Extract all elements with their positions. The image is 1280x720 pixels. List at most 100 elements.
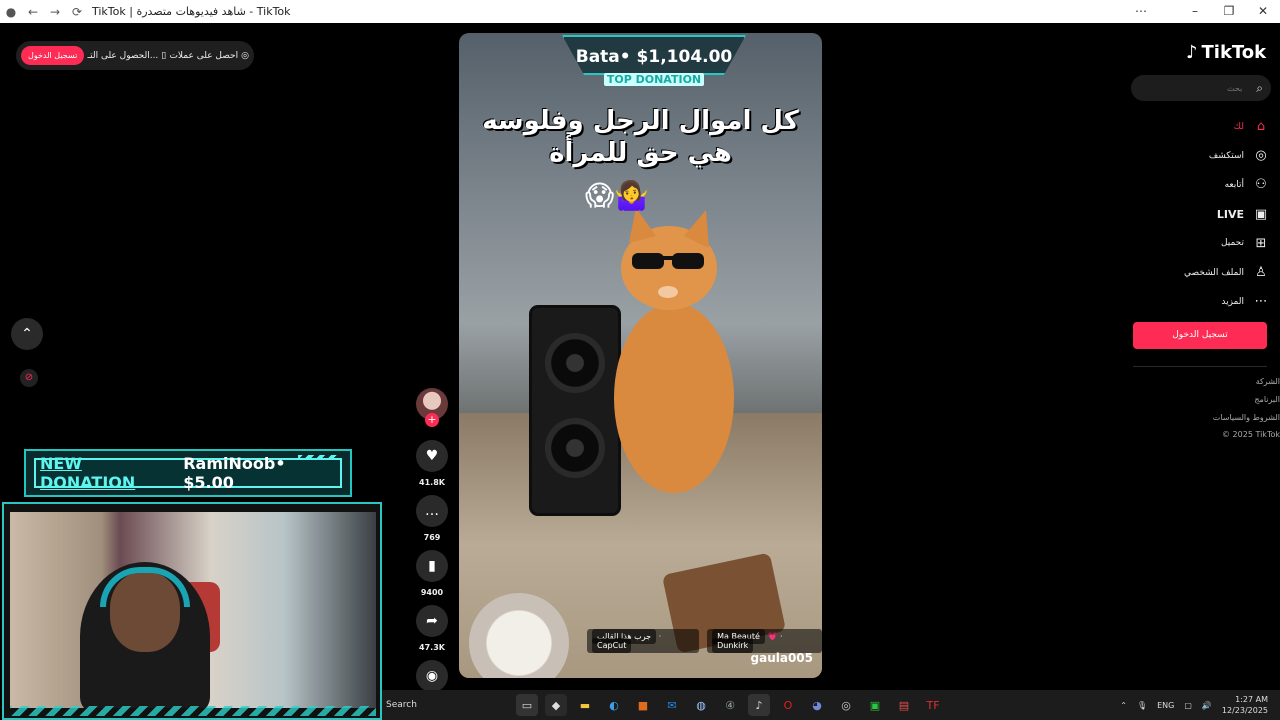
get-coins-label: احصل على عملات bbox=[169, 50, 239, 61]
new-donation-banner: NEW DONATION RamiNoob• $5.00 bbox=[24, 449, 352, 497]
music-tag[interactable]: Ma Beauté 💗 · Dunkirk bbox=[707, 629, 822, 653]
clock-time: 1:27 AM bbox=[1235, 695, 1268, 704]
video-cat bbox=[614, 208, 734, 493]
sidebar-item-profile[interactable]: الملف الشخصي ♙ bbox=[1140, 258, 1268, 287]
restore-icon[interactable]: ❐ bbox=[1212, 0, 1246, 23]
close-icon[interactable]: ✕ bbox=[1246, 0, 1280, 23]
4k-icon[interactable]: ④ bbox=[719, 694, 741, 716]
top-signup-button[interactable]: تسجيل الدخول bbox=[21, 46, 85, 65]
save-button[interactable]: ▮ bbox=[416, 550, 448, 582]
volume-icon[interactable]: 🔊 bbox=[1202, 701, 1212, 710]
scroll-up-button[interactable]: ⌃ bbox=[11, 318, 43, 350]
top-action-bar: تسجيل الدخول الحصول على التـ... ▯ احصل ع… bbox=[16, 41, 254, 70]
window-title: TikTok | شاهد فيديوهات متصدرة - TikTok bbox=[92, 5, 291, 18]
top-donation-amount: Bata• $1,104.00 bbox=[575, 47, 733, 67]
heart-icon: ♥ bbox=[425, 448, 439, 464]
get-coins-button[interactable]: احصل على عملات ◎ bbox=[169, 51, 249, 61]
outlook-icon[interactable]: ✉ bbox=[661, 694, 683, 716]
caption-line-1: كل اموال الرجل وفلوسه bbox=[482, 106, 799, 136]
comment-button[interactable]: … bbox=[416, 495, 448, 527]
webcam-overlay bbox=[2, 502, 382, 720]
get-app-label: الحصول على التـ... bbox=[87, 50, 159, 61]
edge-icon[interactable]: ◐ bbox=[603, 694, 625, 716]
video-actions: + ♥ 41.8K … 769 ▮ 9400 ➦ 47.3K ◉ bbox=[416, 388, 448, 692]
footer-program-link[interactable]: البرنامج bbox=[1140, 395, 1280, 404]
back-icon[interactable]: ← bbox=[22, 5, 44, 19]
task-view-icon[interactable]: ▭ bbox=[516, 694, 538, 716]
sidebar-signup-button[interactable]: تسجيل الدخول bbox=[1133, 322, 1267, 349]
lang-indicator[interactable]: ENG bbox=[1157, 701, 1174, 710]
share-icon: ➦ bbox=[426, 613, 438, 629]
app-green-icon[interactable]: ▣ bbox=[864, 694, 886, 716]
webcam-stripes bbox=[10, 706, 376, 716]
search-placeholder: بحث bbox=[1227, 83, 1243, 93]
sidebar-item-more[interactable]: المزيد ⋯ bbox=[1140, 287, 1268, 316]
search-input[interactable]: بحث ⌕ bbox=[1131, 75, 1271, 101]
sidebar-item-upload[interactable]: تحميل ⊞ bbox=[1140, 229, 1268, 258]
save-count: 9400 bbox=[420, 588, 444, 597]
tiktok-taskbar-icon[interactable]: ♪ bbox=[748, 694, 770, 716]
sidebar-item-explore[interactable]: استكشف ◎ bbox=[1140, 141, 1268, 170]
taskbar-clock[interactable]: 1:27 AM 12/23/2025 bbox=[1222, 694, 1268, 716]
tiktok-logo[interactable]: ♪ TikTok bbox=[1186, 42, 1266, 63]
capcut-template-link[interactable]: جرب هذا القالب · CapCut bbox=[587, 629, 700, 653]
webcam-scene bbox=[10, 512, 376, 708]
mic-icon[interactable]: 🎙 bbox=[1137, 701, 1147, 710]
obs-icon[interactable]: ◎ bbox=[835, 694, 857, 716]
search-icon[interactable]: ⌕ bbox=[1256, 81, 1263, 96]
tray-chevron-icon[interactable]: ⌃ bbox=[1120, 701, 1127, 710]
tf-icon[interactable]: TF bbox=[922, 694, 944, 716]
sidebar-item-following[interactable]: أتابعه ⚇ bbox=[1140, 170, 1268, 199]
discord-icon[interactable]: ◕ bbox=[806, 694, 828, 716]
sidebar-item-label: استكشف bbox=[1208, 150, 1244, 161]
sidebar-item-for-you[interactable]: لك ⌂ bbox=[1140, 112, 1268, 141]
sidebar-nav: لك ⌂ استكشف ◎ أتابعه ⚇ LIVE ▣ تحميل ⊞ ال… bbox=[1140, 112, 1268, 316]
follow-plus-icon[interactable]: + bbox=[425, 413, 439, 427]
steam-icon[interactable]: ◍ bbox=[690, 694, 712, 716]
footer-copyright: © 2025 TikTok bbox=[1222, 430, 1280, 439]
sidebar-item-live[interactable]: LIVE ▣ bbox=[1140, 200, 1268, 229]
music-disc-icon: ◉ bbox=[425, 668, 439, 684]
music-disc-button[interactable]: ◉ bbox=[416, 660, 448, 692]
video-player[interactable]: كل اموال الرجل وفلوسه هي حق للمرأة 😱🤷‍♀️… bbox=[459, 33, 822, 678]
top-donation-overlay: Bata• $1,104.00 TOP DONATION bbox=[554, 33, 754, 87]
footer-company-link[interactable]: الشركة bbox=[1140, 377, 1280, 386]
clock-date: 12/23/2025 bbox=[1221, 706, 1268, 715]
menu-dots-icon[interactable]: ⋯ bbox=[1124, 0, 1158, 23]
window-controls: ⋯ – ❐ ✕ bbox=[1124, 0, 1280, 23]
taskbar-search[interactable]: Search bbox=[382, 700, 472, 710]
like-button[interactable]: ♥ bbox=[416, 440, 448, 472]
like-action: ♥ 41.8K bbox=[416, 440, 448, 487]
mute-icon[interactable]: ⊘ bbox=[20, 369, 38, 387]
home-icon: ⌂ bbox=[1256, 119, 1266, 135]
get-app-button[interactable]: الحصول على التـ... ▯ bbox=[87, 51, 166, 61]
browser-logo-icon: ● bbox=[5, 4, 17, 19]
app-red-icon[interactable]: ▤ bbox=[893, 694, 915, 716]
new-donation-text: RamiNoob• $5.00 bbox=[183, 454, 286, 492]
footer-terms-link[interactable]: الشروط والسياسات bbox=[1140, 413, 1280, 422]
live-icon: ▣ bbox=[1254, 206, 1268, 222]
store-icon[interactable]: ■ bbox=[632, 694, 654, 716]
music-dunkirk: Dunkirk bbox=[712, 638, 754, 653]
user-plus-icon: ⚇ bbox=[1255, 177, 1267, 193]
video-username[interactable]: gaula005 bbox=[751, 651, 814, 665]
logo-text: TikTok bbox=[1201, 42, 1267, 63]
comment-action: … 769 bbox=[416, 495, 448, 542]
forward-icon[interactable]: → bbox=[44, 5, 66, 19]
music-disc-action: ◉ bbox=[416, 660, 448, 692]
widgets-icon[interactable]: ◆ bbox=[545, 694, 567, 716]
opera-icon[interactable]: O bbox=[777, 694, 799, 716]
creator-avatar[interactable]: + bbox=[416, 388, 448, 427]
tiktok-note-icon: ♪ bbox=[1186, 42, 1198, 63]
taskbar-apps: ▭ ◆ ▬ ◐ ■ ✉ ◍ ④ ♪ O ◕ ◎ ▣ ▤ TF bbox=[516, 694, 944, 716]
share-button[interactable]: ➦ bbox=[416, 605, 448, 637]
minimize-icon[interactable]: – bbox=[1178, 0, 1212, 23]
file-explorer-icon[interactable]: ▬ bbox=[574, 694, 596, 716]
network-icon[interactable]: ▢ bbox=[1184, 701, 1192, 710]
reload-icon[interactable]: ⟳ bbox=[66, 5, 88, 19]
save-action: ▮ 9400 bbox=[416, 550, 448, 597]
sidebar-item-label: لك bbox=[1233, 121, 1244, 132]
sidebar-item-label: LIVE bbox=[1216, 207, 1244, 221]
chevron-up-icon: ⌃ bbox=[21, 326, 33, 342]
coin-icon: ◎ bbox=[241, 50, 249, 61]
